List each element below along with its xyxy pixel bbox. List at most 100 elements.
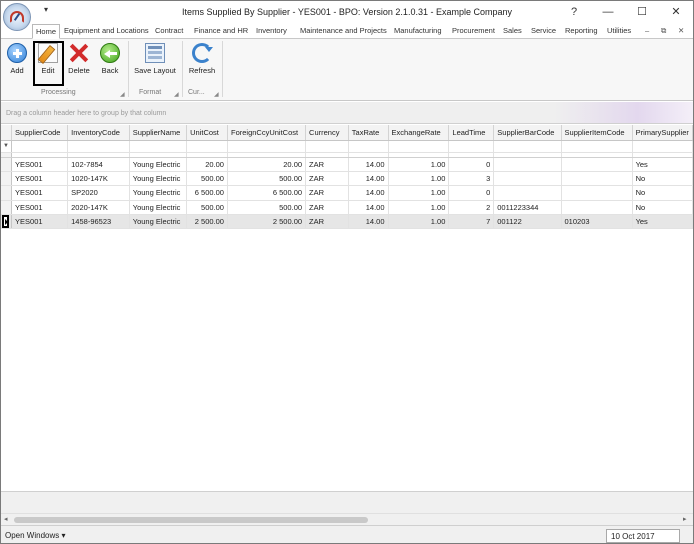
filter-cell[interactable]	[561, 140, 633, 153]
filter-cell[interactable]	[448, 140, 495, 153]
cell-foreign-ccy-unit-cost[interactable]: 500.00	[227, 171, 307, 187]
cell-foreign-ccy-unit-cost[interactable]: 20.00	[227, 157, 307, 172]
row-indicator[interactable]	[1, 185, 12, 201]
column-header[interactable]: SupplierCode	[11, 125, 69, 141]
scroll-thumb[interactable]	[14, 517, 368, 523]
tab-procurement[interactable]: Procurement	[452, 24, 495, 39]
cell-inventory-code[interactable]: 2020-147K	[67, 200, 130, 216]
filter-cell[interactable]	[129, 140, 188, 153]
cell-inventory-code[interactable]: 102-7854	[67, 157, 130, 172]
cell-inventory-code[interactable]: 1020-147K	[67, 171, 130, 187]
horizontal-scrollbar[interactable]: ◂ ▸	[1, 513, 693, 525]
tab-reporting[interactable]: Reporting	[565, 24, 598, 39]
cell-unit-cost[interactable]: 20.00	[186, 157, 228, 172]
processing-launcher-icon[interactable]: ◢	[120, 91, 125, 98]
cell-unit-cost[interactable]: 6 500.00	[186, 185, 228, 201]
tab-inventory[interactable]: Inventory	[256, 24, 287, 39]
cell-supplier-name[interactable]: Young Electric	[129, 200, 188, 216]
filter-cell[interactable]	[227, 140, 307, 153]
table-row[interactable]: YES001 102-7854 Young Electric 20.00 20.…	[1, 157, 693, 172]
back-button[interactable]: Back	[96, 41, 124, 81]
current-launcher-icon[interactable]: ◢	[214, 91, 219, 98]
cell-supplier-code[interactable]: YES001	[11, 185, 69, 201]
cell-tax-rate[interactable]: 14.00	[348, 185, 389, 201]
save-layout-button[interactable]: Save Layout	[131, 41, 179, 81]
add-button[interactable]: Add	[3, 41, 31, 81]
tab-maintenance-and-projects[interactable]: Maintenance and Projects	[300, 24, 387, 39]
column-header[interactable]: ExchangeRate	[388, 125, 450, 141]
column-header[interactable]: LeadTime	[448, 125, 495, 141]
cell-supplier-bar-code[interactable]: 0011223344	[493, 200, 562, 216]
cell-currency[interactable]: ZAR	[305, 171, 349, 187]
cell-primary-supplier[interactable]: Yes	[632, 214, 693, 230]
maximize-button[interactable]: ☐	[625, 1, 659, 23]
app-logo-icon[interactable]	[3, 3, 31, 31]
cell-supplier-item-code[interactable]: 010203	[561, 214, 633, 230]
tab-manufacturing[interactable]: Manufacturing	[394, 24, 442, 39]
table-row[interactable]: YES001 SP2020 Young Electric 6 500.00 6 …	[1, 185, 693, 201]
column-header[interactable]: InventoryCode	[67, 125, 130, 141]
format-launcher-icon[interactable]: ◢	[174, 91, 179, 98]
cell-lead-time[interactable]: 2	[448, 200, 495, 216]
tab-contract[interactable]: Contract	[155, 24, 183, 39]
tab-utilities[interactable]: Utilities	[607, 24, 631, 39]
group-by-panel[interactable]: Drag a column header here to group by th…	[1, 102, 693, 124]
cell-tax-rate[interactable]: 14.00	[348, 171, 389, 187]
tab-equipment-and-locations[interactable]: Equipment and Locations	[64, 24, 149, 39]
column-header[interactable]: SupplierItemCode	[561, 125, 633, 141]
refresh-button[interactable]: Refresh	[185, 41, 219, 81]
cell-inventory-code[interactable]: SP2020	[67, 185, 130, 201]
cell-supplier-item-code[interactable]	[561, 157, 633, 172]
cell-supplier-name[interactable]: Young Electric	[129, 185, 188, 201]
minimize-button[interactable]: —	[591, 1, 625, 23]
cell-primary-supplier[interactable]: No	[632, 171, 693, 187]
cell-exchange-rate[interactable]: 1.00	[388, 200, 450, 216]
scroll-left-icon[interactable]: ◂	[4, 515, 8, 523]
cell-exchange-rate[interactable]: 1.00	[388, 185, 450, 201]
cell-exchange-rate[interactable]: 1.00	[388, 214, 450, 230]
tab-service[interactable]: Service	[531, 24, 556, 39]
filter-cell[interactable]	[388, 140, 450, 153]
cell-supplier-code[interactable]: YES001	[11, 200, 69, 216]
ribbon-minimize-button[interactable]: –	[645, 26, 649, 35]
filter-cell[interactable]	[305, 140, 349, 153]
filter-cell[interactable]	[11, 140, 69, 153]
tab-home[interactable]: Home	[32, 24, 61, 39]
column-header[interactable]: PrimarySupplier	[632, 125, 693, 141]
cell-unit-cost[interactable]: 2 500.00	[186, 214, 228, 230]
row-indicator[interactable]	[1, 200, 12, 216]
cell-primary-supplier[interactable]: Yes	[632, 157, 693, 172]
cell-exchange-rate[interactable]: 1.00	[388, 157, 450, 172]
cell-tax-rate[interactable]: 14.00	[348, 157, 389, 172]
column-header[interactable]: ForeignCcyUnitCost	[227, 125, 307, 141]
table-row[interactable]: YES001 1020-147K Young Electric 500.00 5…	[1, 171, 693, 187]
filter-cell[interactable]	[493, 140, 562, 153]
cell-supplier-code[interactable]: YES001	[11, 157, 69, 172]
cell-supplier-bar-code[interactable]: 001122	[493, 214, 562, 230]
cell-unit-cost[interactable]: 500.00	[186, 200, 228, 216]
cell-supplier-name[interactable]: Young Electric	[129, 171, 188, 187]
cell-supplier-bar-code[interactable]	[493, 185, 562, 201]
cell-lead-time[interactable]: 7	[448, 214, 495, 230]
cell-exchange-rate[interactable]: 1.00	[388, 171, 450, 187]
ribbon-restore-button[interactable]: ⧉	[661, 26, 666, 36]
filter-cell[interactable]	[348, 140, 389, 153]
cell-supplier-bar-code[interactable]	[493, 171, 562, 187]
cell-primary-supplier[interactable]: No	[632, 200, 693, 216]
column-header[interactable]: UnitCost	[186, 125, 228, 141]
help-button[interactable]: ?	[557, 1, 591, 23]
cell-tax-rate[interactable]: 14.00	[348, 200, 389, 216]
ribbon-close-button[interactable]: ✕	[678, 26, 684, 35]
tab-finance-and-hr[interactable]: Finance and HR	[194, 24, 248, 39]
cell-inventory-code[interactable]: 1458-96523	[67, 214, 130, 230]
cell-currency[interactable]: ZAR	[305, 200, 349, 216]
row-indicator[interactable]	[1, 157, 12, 172]
open-windows-dropdown[interactable]: Open Windows ▾	[5, 531, 65, 540]
cell-primary-supplier[interactable]: No	[632, 185, 693, 201]
column-header[interactable]: SupplierBarCode	[493, 125, 562, 141]
table-row[interactable]: YES001 2020-147K Young Electric 500.00 5…	[1, 200, 693, 216]
tab-sales[interactable]: Sales	[503, 24, 522, 39]
cell-lead-time[interactable]: 0	[448, 157, 495, 172]
cell-supplier-name[interactable]: Young Electric	[129, 214, 188, 230]
row-indicator[interactable]	[1, 171, 12, 187]
